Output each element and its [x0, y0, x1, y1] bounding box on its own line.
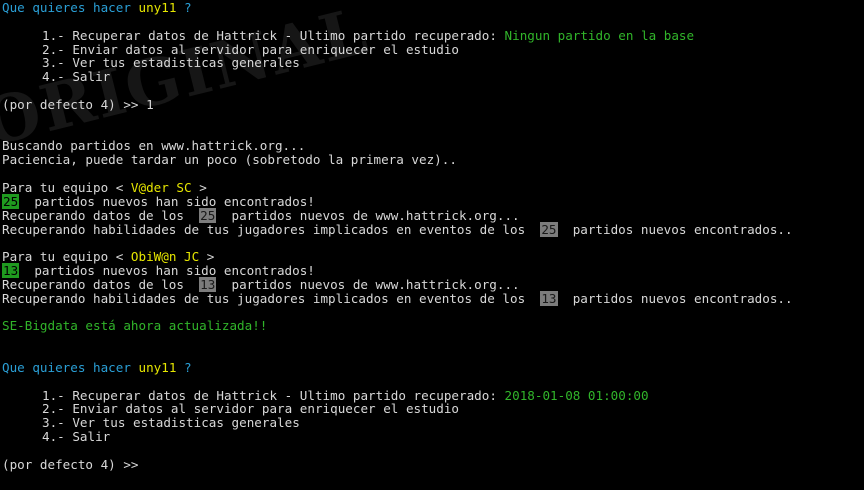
prompt-mark: ?: [184, 359, 192, 375]
prompt-mark: ?: [184, 0, 192, 15]
status-line: SE-Bigdata está ahora actualizada!!: [2, 318, 268, 334]
prompt-user: uny11: [138, 0, 177, 15]
menu-option-1: 1.- Recuperar datos de Hattrick - Ultimo…: [42, 387, 649, 403]
menu-option-2: 2.- Enviar datos al servidor para enriqu…: [42, 41, 460, 57]
input-value: 1: [146, 96, 154, 112]
menu-prompt: Que quieres hacer uny11 ?: [2, 1, 864, 15]
match-count-badge: 13: [540, 290, 558, 306]
found-line: 25 partidos nuevos han sido encontrados!: [2, 193, 315, 209]
prompt-question: Que quieres hacer: [2, 0, 131, 15]
input-prompt: (por defecto 4) >>: [2, 96, 139, 112]
search-line: Buscando partidos en www.hattrick.org...: [2, 138, 306, 154]
last-match-value: Ningun partido en la base: [504, 27, 695, 43]
patience-line: Paciencia, puede tardar un poco (sobreto…: [2, 152, 457, 168]
menu-option-4: 4.- Salir: [42, 69, 111, 85]
match-count-badge: 25: [199, 207, 217, 223]
prompt-user: uny11: [138, 359, 177, 375]
last-match-value: 2018-01-08 01:00:00: [504, 387, 649, 403]
skills-line: Recuperando habilidades de tus jugadores…: [2, 221, 793, 237]
team-line: Para tu equipo < V@der SC >: [2, 179, 207, 195]
input-line: (por defecto 4) >> 1: [2, 96, 864, 112]
input-prompt: (por defecto 4) >>: [2, 456, 139, 472]
match-count-badge: 13: [2, 263, 20, 279]
menu-option-3: 3.- Ver tus estadisticas generales: [42, 415, 300, 431]
skills-line: Recuperando habilidades de tus jugadores…: [2, 290, 793, 306]
team-name: ObiW@n JC: [130, 249, 200, 265]
terminal-output[interactable]: Que quieres hacer uny11 ? 1.- Recuperar …: [2, 1, 864, 472]
prompt-question: Que quieres hacer: [2, 359, 131, 375]
input-line[interactable]: (por defecto 4) >>: [2, 456, 864, 472]
match-count-badge: 13: [199, 276, 217, 292]
menu-option-4: 4.- Salir: [42, 429, 111, 445]
menu-option-1: 1.- Recuperar datos de Hattrick - Ultimo…: [42, 27, 695, 43]
found-line: 13 partidos nuevos han sido encontrados!: [2, 263, 315, 279]
team-line: Para tu equipo < ObiW@n JC >: [2, 249, 215, 265]
match-count-badge: 25: [2, 193, 20, 209]
match-count-badge: 25: [540, 221, 558, 237]
recover-line: Recuperando datos de los 25 partidos nue…: [2, 207, 520, 223]
menu-prompt: Que quieres hacer uny11 ?: [2, 361, 864, 375]
team-name: V@der SC: [130, 179, 192, 195]
recover-line: Recuperando datos de los 13 partidos nue…: [2, 276, 520, 292]
menu-option-3: 3.- Ver tus estadisticas generales: [42, 55, 300, 71]
menu-option-2: 2.- Enviar datos al servidor para enriqu…: [42, 401, 460, 417]
